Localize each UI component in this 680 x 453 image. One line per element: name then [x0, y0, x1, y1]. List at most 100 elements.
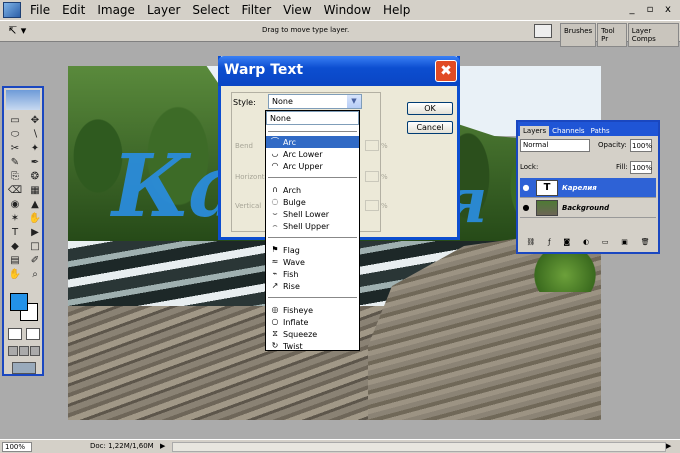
crop-tool-icon[interactable]: ✂ [7, 142, 23, 155]
notes-tool-icon[interactable]: □ [27, 240, 43, 253]
foreground-color-swatch[interactable] [10, 293, 28, 311]
new-group-folder-icon[interactable]: ▭ [602, 238, 609, 250]
style-option-fish[interactable]: ⌁ Fish [266, 268, 359, 280]
menu-window[interactable]: Window [318, 3, 377, 17]
layer-mask-icon[interactable]: ◙ [563, 238, 570, 250]
style-option-wave[interactable]: ≈ Wave [266, 256, 359, 268]
opacity-input[interactable]: 100% [630, 139, 652, 152]
style-option-arch[interactable]: ∩ Arch [266, 184, 359, 196]
dialog-title-bar[interactable]: Warp Text ✖ [218, 56, 460, 86]
zoom-tool-icon[interactable]: ⌕ [27, 268, 43, 281]
minimize-icon[interactable]: _ [624, 3, 640, 17]
link-layers-icon[interactable]: ⛓ [526, 238, 535, 250]
blur-tool-icon[interactable]: ◉ [7, 198, 23, 211]
pan-tool-icon[interactable]: ✋ [7, 268, 23, 281]
style-option-fisheye[interactable]: ◎ Fisheye [266, 304, 359, 316]
adjustment-layer-icon[interactable]: ◐ [583, 238, 589, 250]
tools-palette: ▭ ✥ ⬭ ∖ ✂ ✦ ✎ ✒ ⎘ ❂ ⌫ ▦ ◉ ▲ ✶ ✋ T ▶ ◆ □ … [2, 86, 44, 376]
chevron-down-icon[interactable]: ▼ [347, 95, 361, 108]
cancel-button[interactable]: Cancel [407, 121, 453, 134]
marquee-tool-icon[interactable]: ▭ [7, 114, 23, 127]
document-size-info: Doc: 1,22M/1,60M [90, 442, 154, 450]
tab-channels[interactable]: Channels [549, 126, 587, 136]
layer-style-icon[interactable]: ƒ [548, 238, 550, 250]
style-option-arc[interactable]: ⌒ Arc [266, 136, 359, 148]
quick-mask-mode-icon[interactable] [26, 328, 40, 340]
menu-select[interactable]: Select [186, 3, 235, 17]
style-option-twist[interactable]: ↻ Twist [266, 340, 359, 352]
standard-mode-icon[interactable] [8, 328, 22, 340]
layer-row-type[interactable]: ● T Карелия [520, 178, 656, 198]
pen-tool-icon[interactable]: ▶ [27, 226, 43, 239]
close-icon[interactable]: x [660, 3, 676, 17]
visibility-eye-icon[interactable]: ● [520, 203, 532, 212]
photoshop-logo-icon[interactable] [3, 2, 21, 18]
style-option-label: Twist [283, 341, 303, 351]
shape-tool-icon[interactable]: ◆ [7, 240, 23, 253]
palette-tab-tool-presets[interactable]: Tool Pr [597, 23, 627, 47]
standard-screen-icon[interactable] [8, 346, 18, 356]
menu-help[interactable]: Help [377, 3, 416, 17]
style-option-shell-upper[interactable]: ⌢ Shell Upper [266, 220, 359, 232]
hand-tool-icon[interactable]: ✋ [27, 212, 43, 225]
style-select[interactable]: None ▼ [268, 94, 362, 109]
menu-file[interactable]: File [24, 3, 56, 17]
full-screen-icon[interactable] [30, 346, 40, 356]
style-option-squeeze[interactable]: ⧖ Squeeze [266, 328, 359, 340]
visibility-eye-icon[interactable]: ● [520, 183, 532, 192]
layer-name[interactable]: Карелия [562, 184, 597, 192]
menu-view[interactable]: View [277, 3, 317, 17]
tab-layers[interactable]: Layers [520, 126, 550, 136]
tool-preset-picker[interactable]: ↸ ▾ [8, 24, 26, 37]
dropdown-separator [268, 297, 357, 298]
brush-tool-icon[interactable]: ✒ [27, 156, 43, 169]
eraser-tool-icon[interactable]: ⌫ [7, 184, 23, 197]
style-option-shell-lower[interactable]: ⌣ Shell Lower [266, 208, 359, 220]
trash-icon[interactable]: 🗑 [641, 238, 650, 250]
healing-brush-tool-icon[interactable]: ✎ [7, 156, 23, 169]
path-selection-tool-icon[interactable]: ✶ [7, 212, 23, 225]
eyedropper-tool-icon[interactable]: ▤ [7, 254, 23, 267]
move-tool-icon[interactable]: ✥ [27, 114, 43, 127]
style-option-bulge[interactable]: ◌ Bulge [266, 196, 359, 208]
measure-tool-icon[interactable]: ✐ [27, 254, 43, 267]
palette-tab-layer-comps[interactable]: Layer Comps [627, 23, 679, 47]
menu-filter[interactable]: Filter [235, 3, 277, 17]
clone-stamp-tool-icon[interactable]: ⎘ [7, 170, 23, 183]
lasso-tool-icon[interactable]: ⬭ [7, 128, 23, 141]
blend-mode-select[interactable]: Normal [520, 139, 590, 152]
scroll-right-arrow-icon[interactable]: ▶ [666, 442, 671, 450]
new-layer-icon[interactable]: ▣ [621, 238, 628, 250]
style-option-arc-lower[interactable]: ◡ Arc Lower [266, 148, 359, 160]
menu-image[interactable]: Image [91, 3, 141, 17]
history-brush-tool-icon[interactable]: ❂ [27, 170, 43, 183]
style-option-arc-upper[interactable]: ◠ Arc Upper [266, 160, 359, 172]
tab-paths[interactable]: Paths [588, 126, 613, 136]
magic-wand-tool-icon[interactable]: ∖ [27, 128, 43, 141]
style-select-value: None [272, 97, 293, 106]
ok-button[interactable]: OK [407, 102, 453, 115]
style-option-inflate[interactable]: ○ Inflate [266, 316, 359, 328]
style-option-none[interactable]: None [266, 111, 359, 125]
dodge-tool-icon[interactable]: ▲ [27, 198, 43, 211]
slice-tool-icon[interactable]: ✦ [27, 142, 43, 155]
style-option-rise[interactable]: ↗ Rise [266, 280, 359, 292]
style-option-flag[interactable]: ⚑ Flag [266, 244, 359, 256]
fill-input[interactable]: 100% [630, 161, 652, 174]
file-browser-icon[interactable] [534, 24, 552, 38]
status-menu-arrow-icon[interactable]: ▶ [160, 442, 165, 450]
jump-to-imageready-icon[interactable] [12, 362, 36, 374]
gradient-tool-icon[interactable]: ▦ [27, 184, 43, 197]
full-screen-menu-icon[interactable] [19, 346, 29, 356]
type-tool-icon[interactable]: T [7, 226, 23, 239]
menu-edit[interactable]: Edit [56, 3, 91, 17]
horizontal-scrollbar[interactable] [172, 442, 666, 452]
layer-name[interactable]: Background [562, 204, 609, 212]
close-icon[interactable]: ✖ [435, 60, 457, 82]
toolbox-header-logo[interactable] [6, 90, 40, 110]
palette-tab-brushes[interactable]: Brushes [560, 23, 597, 47]
layer-row-background[interactable]: ● Background [520, 198, 656, 218]
zoom-level-input[interactable]: 100% [2, 442, 32, 452]
menu-layer[interactable]: Layer [141, 3, 186, 17]
restore-icon[interactable]: ▫ [642, 3, 658, 17]
